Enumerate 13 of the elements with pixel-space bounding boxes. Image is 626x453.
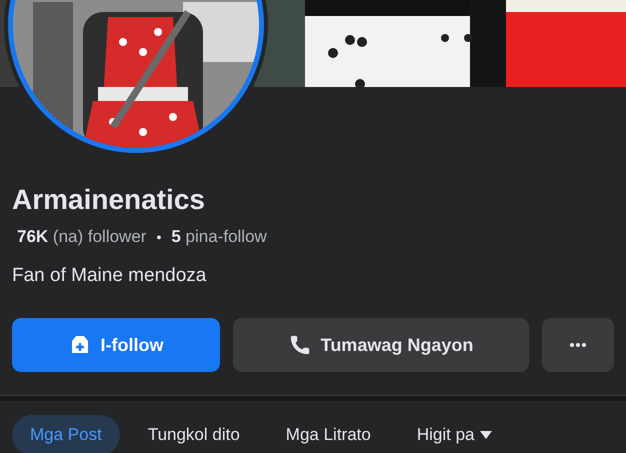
more-icon xyxy=(570,343,586,347)
profile-name: Armainenatics xyxy=(12,183,206,217)
phone-icon xyxy=(288,334,311,356)
tab[interactable]: Mga Litrato xyxy=(268,415,389,453)
tab[interactable]: Tungkol dito xyxy=(130,415,258,453)
stat-text[interactable]: 5 pina-follow xyxy=(171,227,267,247)
separator-dot: • xyxy=(156,229,162,245)
follow-button[interactable]: I-follow xyxy=(12,318,220,372)
stat-text[interactable]: 76K (na) follower xyxy=(17,227,146,247)
call-button[interactable]: Tumawag Ngayon xyxy=(233,318,529,372)
tab[interactable]: Higit pa xyxy=(398,415,510,453)
tab[interactable]: Mga Post xyxy=(12,415,120,453)
bio-text: Fan of Maine mendoza xyxy=(12,265,208,287)
